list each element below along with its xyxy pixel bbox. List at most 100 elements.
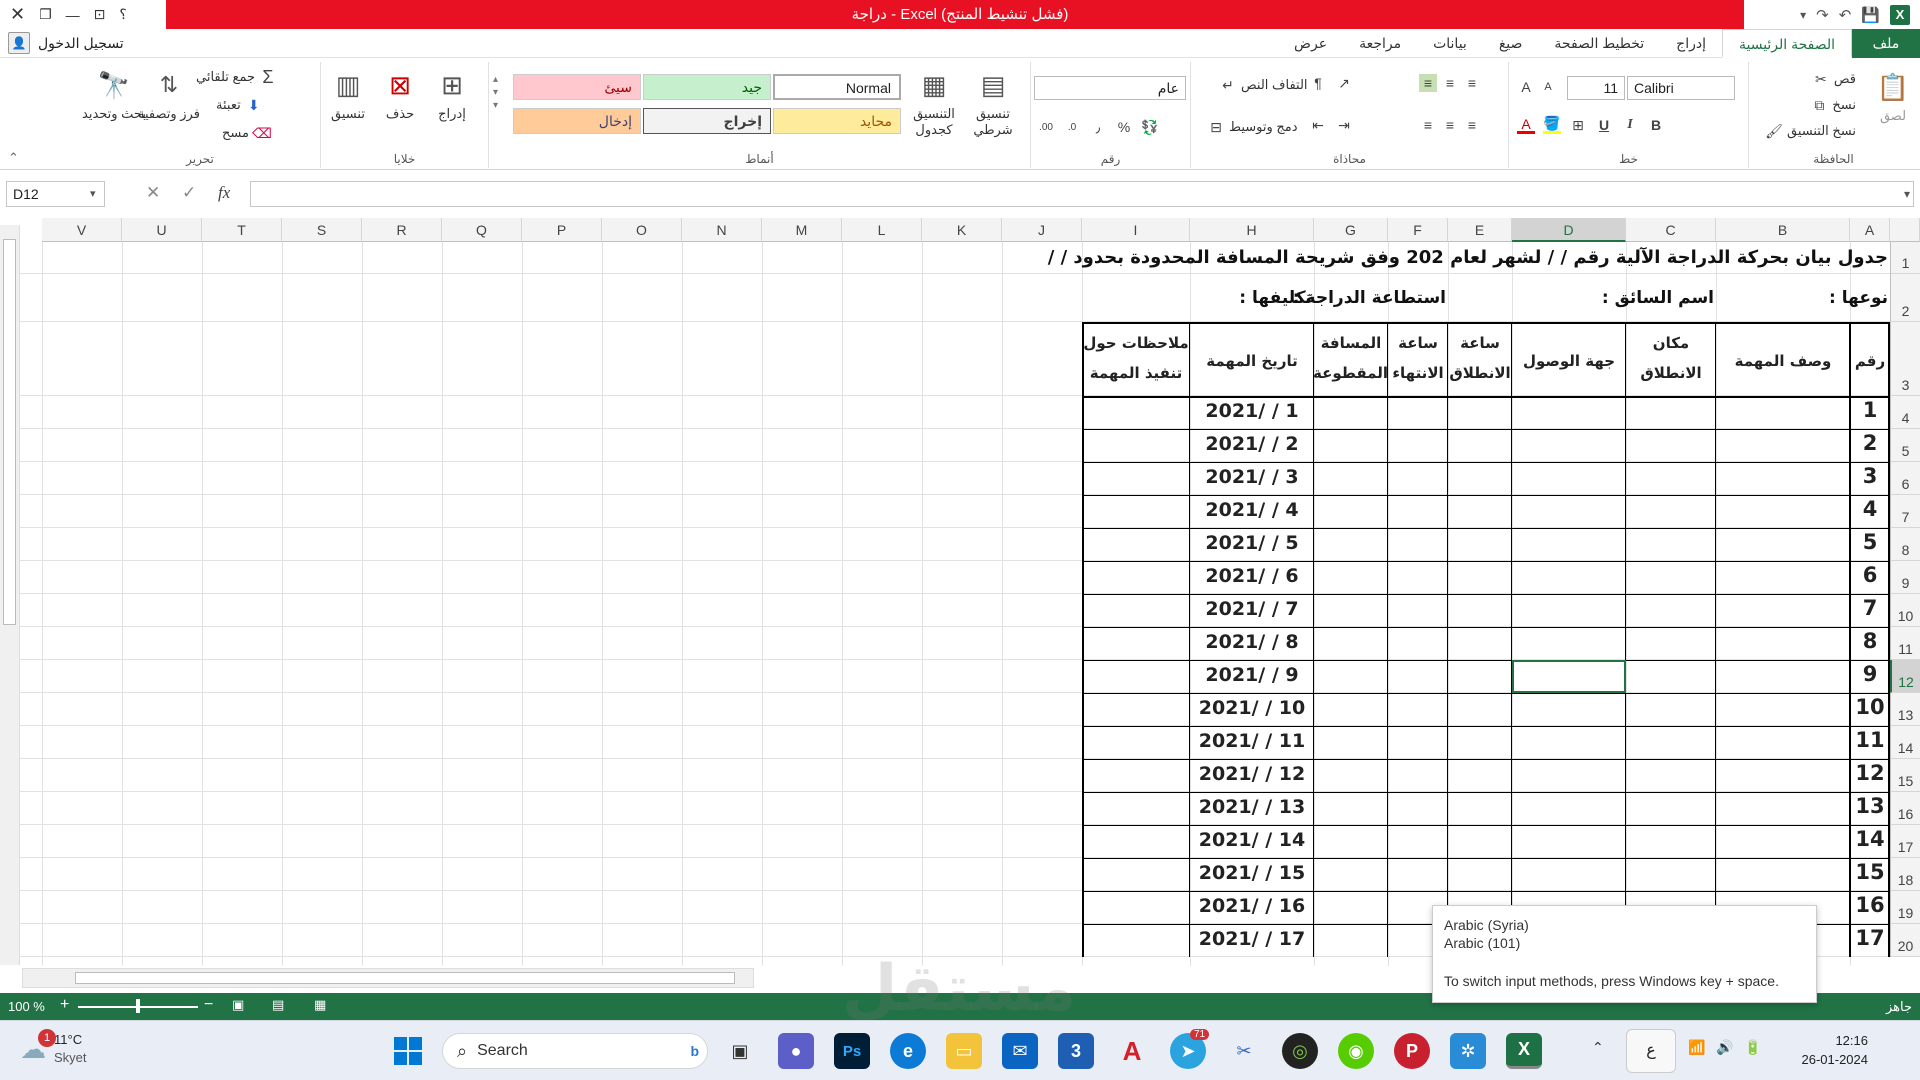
app-3-icon[interactable]: 3 <box>1058 1033 1094 1069</box>
row-header-8[interactable]: 8 <box>1890 528 1920 561</box>
style-output[interactable]: إخراج <box>643 108 771 134</box>
tab-file[interactable]: ملف <box>1852 29 1920 58</box>
style-input[interactable]: إدخال <box>513 108 641 134</box>
expand-formula-icon[interactable]: ▾ <box>1904 187 1910 201</box>
wifi-icon[interactable]: 📶 <box>1688 1039 1705 1056</box>
orientation-icon[interactable]: ↗ <box>1335 74 1353 92</box>
row-header-13[interactable]: 13 <box>1890 693 1920 726</box>
task-view-icon[interactable]: ▣ <box>722 1033 758 1069</box>
enter-icon[interactable]: ✓ <box>182 183 196 203</box>
excel-taskbar-icon[interactable]: X <box>1506 1033 1542 1069</box>
decrease-indent-icon[interactable]: ⇤ <box>1309 116 1327 134</box>
decrease-decimal-icon[interactable]: .00 <box>1037 118 1055 136</box>
increase-indent-icon[interactable]: ⇥ <box>1335 116 1353 134</box>
italic-button[interactable]: I <box>1621 116 1639 134</box>
row-header-11[interactable]: 11 <box>1890 627 1920 660</box>
tab-home[interactable]: الصفحة الرئيسية <box>1721 29 1852 58</box>
column-header-p[interactable]: P <box>522 218 602 242</box>
row-header-15[interactable]: 15 <box>1890 759 1920 792</box>
style-bad[interactable]: سيئ <box>513 74 641 100</box>
font-color-icon[interactable]: A <box>1517 116 1535 134</box>
clear-button[interactable]: مسح ⌫ <box>222 124 272 142</box>
wrap-text-button[interactable]: ↵ التفاف النص <box>1219 76 1307 94</box>
column-header-h[interactable]: H <box>1190 218 1314 242</box>
page-layout-view-icon[interactable]: ▤ <box>272 997 284 1013</box>
row-header-18[interactable]: 18 <box>1890 858 1920 891</box>
style-normal[interactable]: Normal <box>773 74 901 100</box>
signin-link[interactable]: تسجيل الدخول <box>38 35 124 52</box>
text-direction-icon[interactable]: ¶ <box>1309 74 1327 92</box>
volume-icon[interactable]: 🔊 <box>1716 1039 1733 1056</box>
duolingo-icon[interactable]: ◉ <box>1338 1033 1374 1069</box>
undo-icon[interactable]: ↶ <box>1839 6 1852 24</box>
snipping-tool-icon[interactable]: ✂ <box>1226 1033 1262 1069</box>
delete-cells-button[interactable]: ⊠ حذف <box>383 68 417 122</box>
formula-input[interactable] <box>250 181 1914 207</box>
format-cells-button[interactable]: ▥ تنسيق <box>331 68 365 122</box>
teams-icon[interactable]: ● <box>778 1033 814 1069</box>
select-all-corner[interactable] <box>1890 218 1920 242</box>
borders-icon[interactable]: ⊞ <box>1569 116 1587 134</box>
row-header-16[interactable]: 16 <box>1890 792 1920 825</box>
row-header-1[interactable]: 1 <box>1890 242 1920 274</box>
file-explorer-icon[interactable]: ▭ <box>946 1033 982 1069</box>
insert-cells-button[interactable]: ⊞ إدراج <box>435 68 469 122</box>
font-size-box[interactable]: 11 <box>1567 76 1625 100</box>
zoom-in-icon[interactable]: + <box>60 996 69 1014</box>
windows-start-icon[interactable] <box>390 1033 426 1069</box>
app-p-icon[interactable]: P <box>1394 1033 1430 1069</box>
font-name-box[interactable]: Calibri <box>1627 76 1735 100</box>
tab-view[interactable]: عرض <box>1278 29 1343 58</box>
column-header-t[interactable]: T <box>202 218 282 242</box>
column-header-a[interactable]: A <box>1850 218 1890 242</box>
page-break-view-icon[interactable]: ▣ <box>232 997 244 1013</box>
conditional-format-button[interactable]: ▤ تنسيق شرطي <box>965 68 1021 138</box>
cancel-icon[interactable]: ✕ <box>146 183 160 203</box>
row-header-12[interactable]: 12 <box>1890 660 1920 693</box>
column-header-b[interactable]: B <box>1716 218 1850 242</box>
zoom-slider-thumb[interactable] <box>136 999 140 1013</box>
column-header-q[interactable]: Q <box>442 218 522 242</box>
column-header-u[interactable]: U <box>122 218 202 242</box>
underline-button[interactable]: U <box>1595 116 1613 134</box>
customize-qat-icon[interactable]: ▾ <box>1800 8 1806 22</box>
align-bottom-icon[interactable]: ≡ <box>1463 74 1481 92</box>
column-header-e[interactable]: E <box>1448 218 1512 242</box>
app-circle-icon[interactable]: ◎ <box>1282 1033 1318 1069</box>
column-header-n[interactable]: N <box>682 218 762 242</box>
collapse-ribbon-icon[interactable]: ⌃ <box>8 150 19 166</box>
copy-button[interactable]: ⧉ نسخ <box>1810 96 1856 114</box>
comma-style-button[interactable]: ٫ <box>1089 118 1107 136</box>
column-header-c[interactable]: C <box>1626 218 1716 242</box>
align-left-icon[interactable]: ≡ <box>1463 116 1481 134</box>
column-header-v[interactable]: V <box>42 218 122 242</box>
style-neutral[interactable]: محايد <box>773 108 901 134</box>
normal-view-icon[interactable]: ▦ <box>314 997 326 1013</box>
account-area[interactable]: 👤 تسجيل الدخول <box>8 32 124 54</box>
fill-button[interactable]: تعبئة ⬇ <box>216 96 263 114</box>
bold-button[interactable]: B <box>1647 116 1665 134</box>
merge-center-button[interactable]: ⊟ دمج وتوسيط <box>1207 118 1297 136</box>
row-header-2[interactable]: 2 <box>1890 274 1920 322</box>
row-header-20[interactable]: 20 <box>1890 924 1920 957</box>
horizontal-scroll-thumb[interactable] <box>75 972 735 984</box>
autosum-button[interactable]: جمع تلقائي Σ <box>196 67 277 87</box>
column-header-j[interactable]: J <box>1002 218 1082 242</box>
selected-cell-d12[interactable] <box>1512 660 1626 693</box>
increase-decimal-icon[interactable]: .0 <box>1063 118 1081 136</box>
align-center-icon[interactable]: ≡ <box>1441 116 1459 134</box>
row-header-9[interactable]: 9 <box>1890 561 1920 594</box>
shrink-font-icon[interactable]: A <box>1539 78 1557 96</box>
align-right-icon[interactable]: ≡ <box>1419 116 1437 134</box>
styles-scroll[interactable]: ▴ ▾ ▾ <box>493 74 498 111</box>
row-header-3[interactable]: 3 <box>1890 322 1920 396</box>
input-language-button[interactable]: ع <box>1626 1029 1676 1073</box>
acrobat-icon[interactable]: A <box>1114 1033 1150 1069</box>
column-header-d[interactable]: D <box>1512 218 1626 242</box>
vertical-scrollbar[interactable] <box>0 225 20 965</box>
tab-page-layout[interactable]: تخطيط الصفحة <box>1538 29 1660 58</box>
show-hidden-icons[interactable]: ⌃ <box>1592 1039 1604 1056</box>
find-select-button[interactable]: 🔭 بحث وتحديد <box>82 68 146 122</box>
align-middle-icon[interactable]: ≡ <box>1441 74 1459 92</box>
tab-data[interactable]: بيانات <box>1417 29 1483 58</box>
